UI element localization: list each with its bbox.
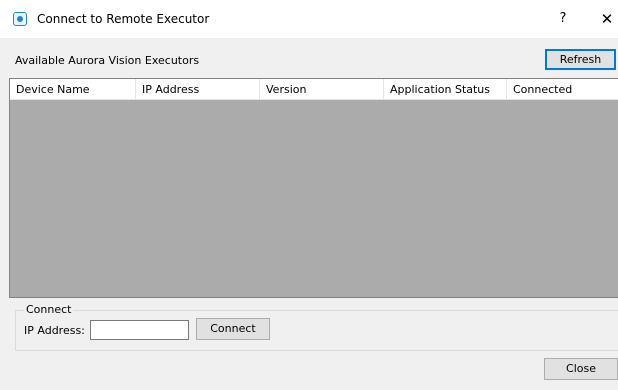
connect-button[interactable]: Connect xyxy=(196,318,270,340)
list-body xyxy=(10,100,618,297)
column-connected[interactable]: Connected xyxy=(507,79,618,99)
close-button[interactable]: Close xyxy=(544,358,618,380)
refresh-button[interactable]: Refresh xyxy=(545,49,616,70)
list-header: Device Name IP Address Version Applicati… xyxy=(10,79,618,100)
window-title: Connect to Remote Executor xyxy=(37,12,210,26)
window-close-icon[interactable]: ✕ xyxy=(596,9,618,29)
column-version[interactable]: Version xyxy=(260,79,384,99)
column-device-name[interactable]: Device Name xyxy=(10,79,136,99)
help-button[interactable]: ? xyxy=(553,9,573,29)
app-icon xyxy=(13,12,27,26)
title-bar: Connect to Remote Executor ? ✕ xyxy=(0,0,618,38)
executors-list[interactable]: Device Name IP Address Version Applicati… xyxy=(9,78,618,298)
connect-group-legend: Connect xyxy=(24,303,74,316)
connect-dialog: Connect to Remote Executor ? ✕ Available… xyxy=(0,0,618,390)
column-ip-address[interactable]: IP Address xyxy=(136,79,260,99)
executors-label: Available Aurora Vision Executors xyxy=(15,54,200,67)
ip-address-label: IP Address: xyxy=(24,324,85,337)
column-application-status[interactable]: Application Status xyxy=(384,79,507,99)
ip-address-input[interactable] xyxy=(90,320,189,340)
